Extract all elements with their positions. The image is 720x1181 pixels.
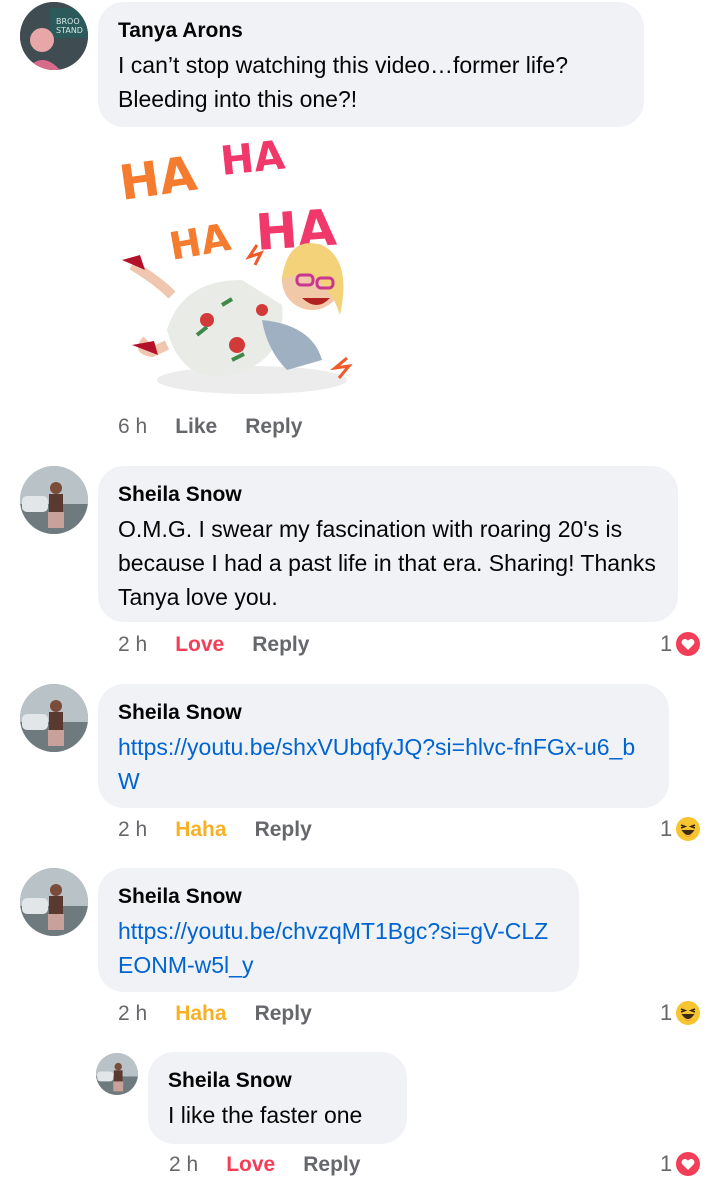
reaction-count: 1 <box>660 1000 673 1025</box>
avatar-sheila-snow[interactable] <box>20 466 88 534</box>
love-icon <box>674 1150 703 1178</box>
sticker-word: HA <box>218 132 287 184</box>
avatar-sheila-snow[interactable] <box>20 868 88 936</box>
comment-author[interactable]: Sheila Snow <box>118 884 559 910</box>
comment-bubble: Sheila Snow O.M.G. I swear my fascinatio… <box>98 466 678 622</box>
reaction-summary[interactable]: 1 <box>660 1150 703 1178</box>
comment-author[interactable]: Sheila Snow <box>168 1068 387 1094</box>
love-button[interactable]: Love <box>226 1153 275 1177</box>
reaction-summary[interactable]: 1 <box>660 815 703 843</box>
comment-time: 2 h <box>118 818 148 841</box>
comment-actions: 2 h Haha Reply <box>118 1002 312 1026</box>
comment-bubble: Tanya Arons I can’t stop watching this v… <box>98 2 644 127</box>
reaction-count: 1 <box>660 631 673 656</box>
reply-button[interactable]: Reply <box>303 1153 360 1177</box>
comment-actions: 6 h Like Reply <box>118 415 302 439</box>
reply-button[interactable]: Reply <box>255 818 312 842</box>
sticker-word: HA <box>166 215 235 269</box>
haha-button[interactable]: Haha <box>175 818 226 842</box>
reply-button[interactable]: Reply <box>255 1002 312 1026</box>
comment-time: 2 h <box>118 633 148 656</box>
comment-link[interactable]: https://youtu.be/shxVUbqfyJQ?si=hlvc-fnF… <box>118 730 649 798</box>
love-button[interactable]: Love <box>175 633 224 657</box>
reaction-summary[interactable]: 1 <box>660 999 703 1027</box>
avatar-photo: BROO STAND <box>20 2 88 70</box>
like-button[interactable]: Like <box>175 415 217 439</box>
reply-button[interactable]: Reply <box>245 415 302 439</box>
comment-actions: 2 h Love Reply <box>169 1153 360 1177</box>
love-icon <box>674 630 703 658</box>
reply-button[interactable]: Reply <box>252 633 309 657</box>
comment-bubble: Sheila Snow https://youtu.be/shxVUbqfyJQ… <box>98 684 669 808</box>
avatar-photo <box>96 1053 138 1095</box>
sticker-word: HA <box>116 146 200 212</box>
avatar-photo <box>20 868 88 936</box>
comment-text: I can’t stop watching this video…former … <box>118 52 568 112</box>
comment-time: 6 h <box>118 415 148 438</box>
haha-sticker: HA HA HA HA <box>116 132 353 394</box>
comment-author[interactable]: Sheila Snow <box>118 700 649 726</box>
reaction-count: 1 <box>660 816 673 841</box>
comment-actions: 2 h Haha Reply <box>118 818 312 842</box>
comment-bubble: Sheila Snow https://youtu.be/chvzqMT1Bgc… <box>98 868 579 992</box>
comment-text: I like the faster one <box>168 1102 363 1128</box>
svg-text:STAND: STAND <box>56 26 83 35</box>
reaction-summary[interactable]: 1 <box>660 630 703 658</box>
reaction-count: 1 <box>660 1151 673 1176</box>
comment-text: O.M.G. I swear my fascination with roari… <box>118 516 656 610</box>
haha-icon <box>674 815 703 843</box>
avatar-photo <box>20 684 88 752</box>
avatar-sheila-snow[interactable] <box>96 1053 138 1095</box>
svg-text:BROO: BROO <box>56 17 80 26</box>
comment-author[interactable]: Tanya Arons <box>118 18 624 44</box>
avatar-tanya-arons[interactable]: BROO STAND <box>20 2 88 70</box>
avatar-sheila-snow[interactable] <box>20 684 88 752</box>
reply-bubble: Sheila Snow I like the faster one <box>148 1052 407 1144</box>
avatar-photo <box>20 466 88 534</box>
comment-time: 2 h <box>118 1002 148 1025</box>
comment-author[interactable]: Sheila Snow <box>118 482 658 508</box>
haha-icon <box>674 999 703 1027</box>
comment-actions: 2 h Love Reply <box>118 633 309 657</box>
comment-time: 2 h <box>169 1153 199 1176</box>
haha-button[interactable]: Haha <box>175 1002 226 1026</box>
comment-link[interactable]: https://youtu.be/chvzqMT1Bgc?si=gV-CLZEO… <box>118 914 559 982</box>
